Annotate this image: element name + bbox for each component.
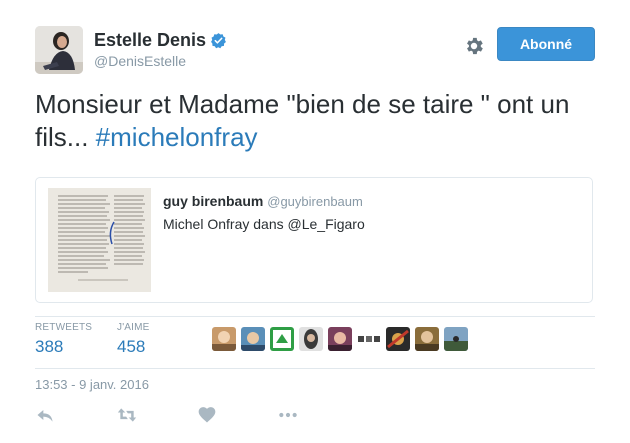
liker-avatar[interactable] xyxy=(299,327,323,351)
quoted-tweet-image[interactable] xyxy=(48,188,151,292)
liker-avatar[interactable] xyxy=(444,327,468,351)
retweets-count[interactable]: 388 xyxy=(35,337,92,357)
quoted-tweet-text: Michel Onfray dans @Le_Figaro xyxy=(163,216,365,232)
following-button[interactable]: Abonné xyxy=(497,27,595,61)
author-handle[interactable]: @DenisEstelle xyxy=(94,53,227,69)
liker-avatar[interactable] xyxy=(270,327,294,351)
verified-badge-icon xyxy=(210,32,227,49)
heart-icon[interactable] xyxy=(197,405,217,425)
retweets-stat[interactable]: RETWEETS 388 xyxy=(35,322,92,357)
tweet-card: Estelle Denis @DenisEstelle Abonné Monsi… xyxy=(0,0,630,443)
liker-avatar[interactable] xyxy=(328,327,352,351)
gear-icon[interactable] xyxy=(463,35,485,57)
reply-icon[interactable] xyxy=(35,405,55,425)
author-name-row: Estelle Denis xyxy=(94,30,227,51)
quoted-tweet[interactable]: guy birenbaum @guybirenbaum Michel Onfra… xyxy=(35,177,593,303)
liker-avatar[interactable] xyxy=(241,327,265,351)
divider xyxy=(35,368,595,369)
tweet-text: Monsieur et Madame "bien de se taire " o… xyxy=(35,88,600,154)
retweets-label: RETWEETS xyxy=(35,322,93,333)
liker-avatar[interactable] xyxy=(212,327,236,351)
hashtag-link[interactable]: #michelonfray xyxy=(96,122,258,152)
likes-label: J'AIME xyxy=(117,322,150,333)
author-name[interactable]: Estelle Denis xyxy=(94,30,206,51)
quoted-tweet-author: guy birenbaum @guybirenbaum xyxy=(163,193,363,209)
author-block: Estelle Denis @DenisEstelle xyxy=(94,30,227,69)
quoted-author-name[interactable]: guy birenbaum xyxy=(163,193,263,209)
likes-count[interactable]: 458 xyxy=(117,337,150,357)
liker-avatar[interactable] xyxy=(386,327,410,351)
likers-avatars xyxy=(212,327,468,351)
divider xyxy=(35,316,595,317)
author-avatar[interactable] xyxy=(35,26,83,74)
retweet-icon[interactable] xyxy=(116,405,137,425)
likes-stat[interactable]: J'AIME 458 xyxy=(117,322,150,357)
quoted-author-handle[interactable]: @guybirenbaum xyxy=(267,194,363,209)
tweet-timestamp[interactable]: 13:53 - 9 janv. 2016 xyxy=(35,377,149,392)
liker-avatar[interactable] xyxy=(415,327,439,351)
more-icon[interactable] xyxy=(278,405,298,425)
liker-avatar[interactable] xyxy=(357,327,381,351)
